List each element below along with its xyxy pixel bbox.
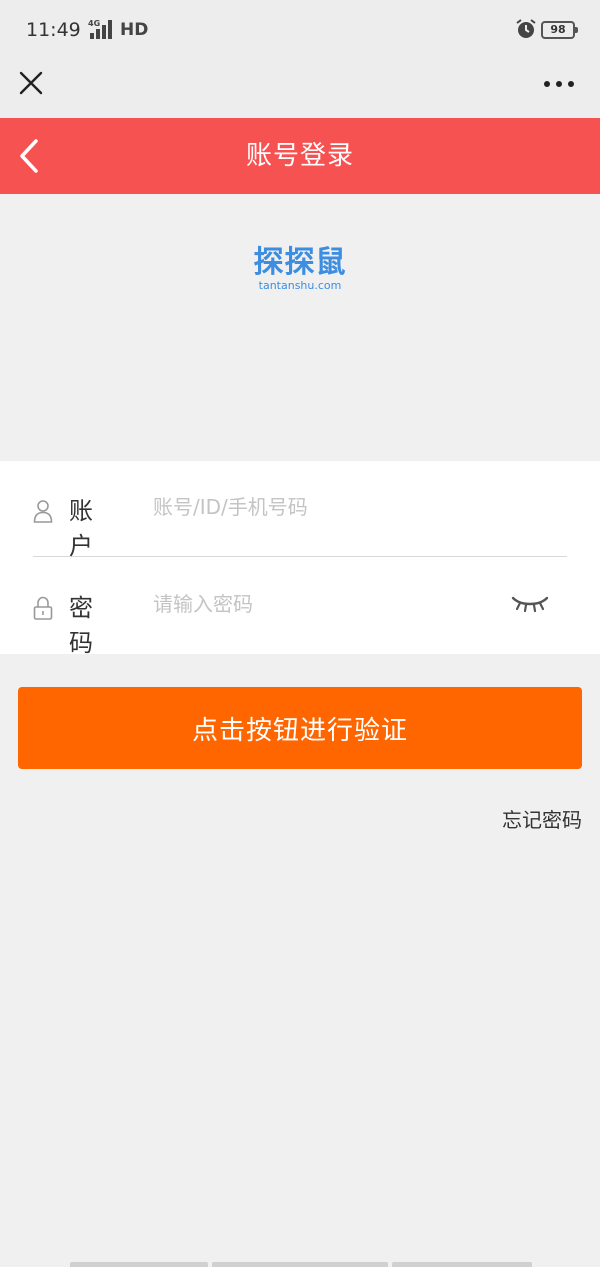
lock-icon — [33, 596, 53, 620]
logo-text: 探探鼠 — [253, 245, 347, 280]
logo-domain: tantanshu.com — [258, 279, 342, 292]
signal-icon: 4G — [88, 19, 112, 39]
page-header: 账号登录 — [0, 118, 600, 194]
bottom-bar-segment — [70, 1262, 208, 1267]
account-input[interactable] — [153, 489, 483, 525]
password-input[interactable] — [153, 586, 483, 622]
bottom-nav-hint — [70, 1262, 532, 1267]
password-row: 密 码 — [33, 558, 567, 657]
bottom-bar-segment — [212, 1262, 388, 1267]
browser-toolbar — [0, 60, 600, 118]
close-icon[interactable] — [18, 70, 44, 96]
more-icon[interactable] — [543, 80, 575, 88]
login-form: 账 户 密 码 — [0, 461, 600, 657]
chevron-left-icon[interactable] — [14, 138, 46, 174]
status-time: 11:49 — [26, 19, 81, 41]
brand-logo: 探探鼠 tantanshu.com — [250, 246, 350, 292]
user-icon — [33, 500, 53, 523]
status-bar: 11:49 4G HD 98 — [0, 0, 600, 60]
alarm-icon — [516, 19, 536, 38]
network-type: 4G — [88, 19, 100, 28]
verify-button[interactable]: 点击按钮进行验证 — [18, 687, 582, 769]
bottom-bar-segment — [392, 1262, 532, 1267]
page-title: 账号登录 — [245, 141, 354, 171]
hd-indicator: HD — [120, 20, 149, 40]
battery-icon: 98 — [541, 21, 578, 39]
eye-closed-icon[interactable] — [511, 594, 549, 614]
forgot-password-link[interactable]: 忘记密码 — [502, 804, 582, 833]
account-row: 账 户 — [33, 461, 567, 560]
